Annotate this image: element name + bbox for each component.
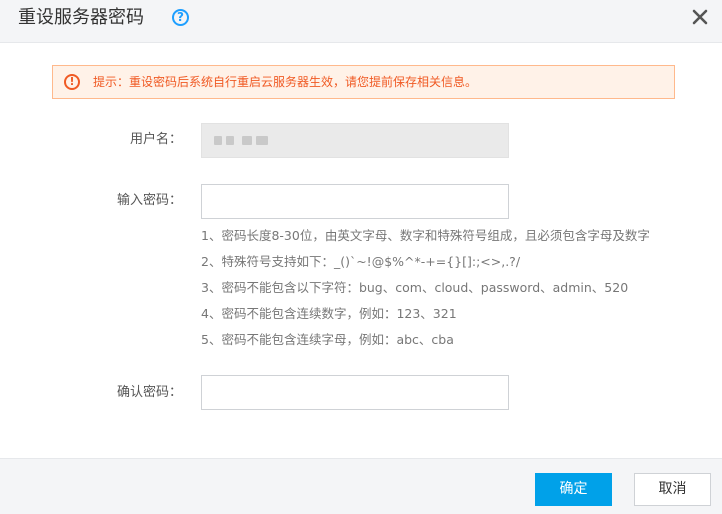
rule-item: 1、密码长度8-30位，由英文字母、数字和特殊符号组成，且必须包含字母及数字 — [201, 228, 650, 243]
help-icon[interactable]: ? — [172, 9, 189, 26]
password-rules: 1、密码长度8-30位，由英文字母、数字和特殊符号组成，且必须包含字母及数字 2… — [201, 223, 650, 353]
notice-banner: ! 提示：重设密码后系统自行重启云服务器生效，请您提前保存相关信息。 — [52, 65, 675, 99]
confirm-button[interactable]: 确定 — [535, 473, 612, 506]
rule-item: 2、特殊符号支持如下：_()`~!@$%^*-+={}[]:;<>,.?/ — [201, 254, 521, 269]
notice-text: 提示：重设密码后系统自行重启云服务器生效，请您提前保存相关信息。 — [93, 75, 478, 89]
masked-username — [214, 136, 222, 145]
close-icon[interactable] — [690, 7, 710, 27]
username-field — [201, 123, 509, 158]
confirm-password-input[interactable] — [201, 375, 509, 410]
masked-username — [256, 136, 268, 145]
cancel-button[interactable]: 取消 — [634, 473, 711, 506]
password-label: 输入密码： — [116, 193, 182, 208]
dialog-footer: 确定 取消 — [0, 458, 722, 514]
reset-password-dialog: 重设服务器密码 ? ! 提示：重设密码后系统自行重启云服务器生效，请您提前保存相… — [0, 0, 722, 514]
warning-icon: ! — [64, 74, 80, 90]
rule-item: 3、密码不能包含以下字符：bug、com、cloud、password、admi… — [201, 280, 629, 295]
masked-username — [226, 136, 234, 145]
rule-item: 4、密码不能包含连续数字，例如：123、321 — [201, 306, 457, 321]
confirm-password-label: 确认密码： — [116, 385, 182, 400]
dialog-header: 重设服务器密码 ? — [0, 0, 722, 43]
rule-item: 5、密码不能包含连续字母，例如：abc、cba — [201, 332, 454, 347]
username-label: 用户名： — [129, 132, 182, 147]
dialog-title: 重设服务器密码 — [18, 7, 144, 28]
password-input[interactable] — [201, 184, 509, 219]
masked-username — [242, 136, 252, 145]
